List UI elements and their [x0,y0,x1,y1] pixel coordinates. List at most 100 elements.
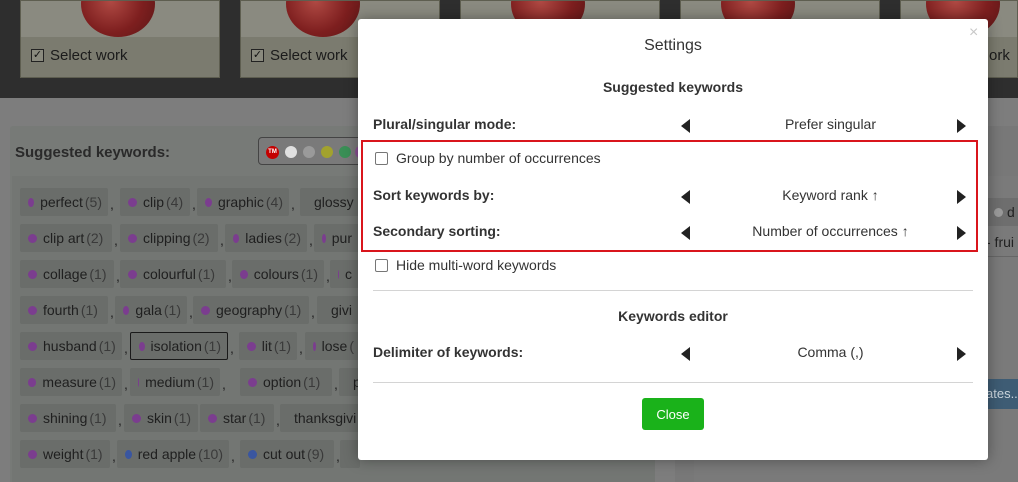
keyword-dot [28,305,37,315]
keyword-chip-label: clip art [43,230,85,246]
arrow-left-icon[interactable] [675,185,695,207]
keyword-dot [248,449,257,459]
keyword-count: (1) [300,266,318,282]
sort-keywords-setting: Sort keywords by: Keyword rank ↑ [373,184,973,208]
trademark-filter-icon[interactable]: TM [266,146,279,159]
keyword-separator: , [110,304,114,320]
sort-keywords-label: Sort keywords by: [373,187,495,203]
keyword-chip-label: perfect [40,194,83,210]
keyword-dot [123,305,130,315]
keyword-chip[interactable]: fourth (1) [20,296,108,324]
keyword-chip[interactable]: measure (1) [20,368,122,396]
group-by-occurrences-checkbox[interactable] [375,151,388,165]
keyword-chip[interactable]: perfect (5) [20,188,108,216]
keyword-chip[interactable]: p [339,368,361,396]
keyword-dot [240,269,248,279]
keyword-chip[interactable]: c [330,260,360,288]
keyword-separator: , [231,448,235,464]
arrow-left-icon[interactable] [675,221,695,243]
keyword-chip[interactable]: shining (1) [20,404,116,432]
keyword-count: (1) [98,374,116,390]
keyword-chip[interactable]: lose( [305,332,360,360]
keyword-chip-label: clip [143,194,165,210]
hide-multi-word-option[interactable]: Hide multi-word keywords [375,257,556,273]
keyword-chip-label: c [345,266,352,282]
hide-multi-word-checkbox[interactable] [375,258,388,272]
keyword-count: (1) [89,266,107,282]
keyword-chip[interactable]: clipping (2) [120,224,218,252]
secondary-sorting-setting: Secondary sorting: Number of occurrences… [373,220,973,244]
keyword-chip[interactable]: gala (1) [115,296,187,324]
keyword-chip[interactable]: medium (1) [130,368,220,396]
keyword-chip[interactable]: weight (1) [20,440,110,468]
gray-filter-swatch[interactable] [303,146,315,158]
plural-singular-setting: Plural/singular mode: Prefer singular [373,113,973,137]
keyword-chip-label: pur [331,230,352,246]
keyword-chip[interactable]: cut out (9) [240,440,334,468]
keyword-count: (9) [307,446,325,462]
suggested-keywords-label: Suggested keywords: [15,144,171,161]
keyword-chip[interactable]: option (1) [240,368,332,396]
group-by-occurrences-option[interactable]: Group by number of occurrences [375,150,601,166]
keyword-dot [313,341,316,351]
select-work-checkbox[interactable]: ✓ [31,49,44,62]
keyword-chip[interactable]: isolation (1) [130,332,228,360]
white-filter-swatch[interactable] [285,146,297,158]
sort-keywords-value: Keyword rank ↑ [782,187,879,203]
group-by-occurrences-label: Group by number of occurrences [396,150,601,166]
keyword-chip[interactable]: graphic (4) [197,188,289,216]
keyword-chip-label: red apple [137,446,197,462]
select-work-checkbox[interactable]: ✓ [251,49,264,62]
keyword-chip[interactable]: collage (1) [20,260,114,288]
keyword-separator: , [220,232,224,248]
keyword-separator: , [124,340,128,356]
arrow-left-icon[interactable] [675,114,695,136]
keyword-separator: , [291,196,295,212]
arrow-left-icon[interactable] [675,342,695,364]
keyword-dot [994,207,1003,217]
section-suggested-keywords: Suggested keywords [602,79,744,95]
keyword-dot [28,233,37,243]
delimiter-value: Comma (,) [797,344,864,360]
keyword-chip[interactable]: husband (1) [20,332,122,360]
keyword-chip[interactable]: ladies (2) [225,224,307,252]
keyword-separator: , [118,412,122,428]
keyword-dot [128,269,137,279]
keyword-chip[interactable]: red apple (10) [117,440,229,468]
keyword-chip[interactable]: lit (1) [239,332,297,360]
keyword-chip[interactable]: thanksgivi [280,404,360,432]
keyword-chip-label: thanksgivi [294,410,357,426]
color-filter[interactable]: TM [258,137,368,165]
keyword-chip[interactable]: colourful (1) [120,260,226,288]
keyword-separator: , [299,340,303,356]
work-card[interactable]: ✓ Select work [20,0,220,78]
keyword-chip-label: shining [43,410,88,426]
keyword-chip-label: givi [331,302,353,318]
keyword-count: (1) [303,374,321,390]
keyword-dot [139,341,145,351]
arrow-right-icon[interactable] [951,221,971,243]
green-filter-swatch[interactable] [339,146,351,158]
keyword-chip[interactable]: givi [317,296,360,324]
keyword-chip[interactable]: clip (4) [120,188,190,216]
keyword-chip[interactable]: colours (1) [232,260,324,288]
arrow-right-icon[interactable] [951,342,971,364]
keyword-chip[interactable]: d [988,198,1018,226]
arrow-right-icon[interactable] [951,185,971,207]
yellow-filter-swatch[interactable] [321,146,333,158]
keyword-chip[interactable]: star (1) [200,404,274,432]
keyword-chip[interactable]: skin (1) [124,404,198,432]
keyword-dot [338,269,339,279]
keyword-chip[interactable]: pur [314,224,360,252]
keyword-dot [247,341,256,351]
keyword-chip[interactable]: glossy [300,188,360,216]
keyword-chip[interactable] [340,440,360,468]
keyword-chip-label: isolation [150,338,202,354]
arrow-right-icon[interactable] [951,114,971,136]
keyword-dot [205,197,212,207]
keyword-dot [125,449,132,459]
close-button[interactable]: Close [642,398,704,430]
keyword-chip[interactable]: clip art (2) [20,224,112,252]
keyword-chip[interactable]: geography (1) [193,296,309,324]
keyword-separator: , [311,304,315,320]
